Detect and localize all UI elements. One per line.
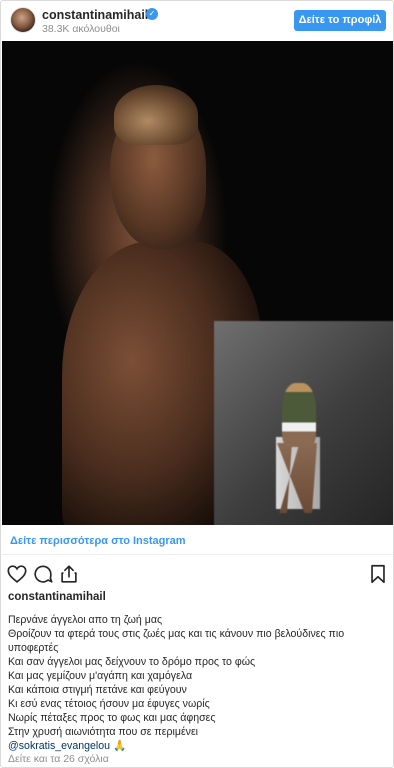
verified-badge-icon: ✓ xyxy=(146,8,158,20)
view-more-on-instagram-link[interactable]: Δείτε περισσότερα στο Instagram xyxy=(10,535,186,547)
caption-line: Νωρίς πέταξες προς το φως και μας άφησες xyxy=(8,712,216,724)
mention-link[interactable]: @sokratis_evangelou xyxy=(8,740,110,752)
caption-line: Στην χρυσή αιωνιότητα που σε περιμένει xyxy=(8,726,199,738)
username-link[interactable]: constantinamihail xyxy=(42,8,148,22)
caption-line: Θροίζουν τα φτερά τους στις ζωές μας και… xyxy=(8,628,345,640)
view-all-comments-link[interactable]: Δείτε και τα 26 σχόλια xyxy=(8,753,109,765)
photo-figure-hair xyxy=(114,85,198,145)
post-header: constantinamihail ✓ 38.3K ακόλουθοι Δείτ… xyxy=(1,1,393,41)
post-caption: Περνάνε άγγελοι απο τη ζωή μας Θροίζουν … xyxy=(8,613,388,753)
caption-line: Και σαν άγγελοι μας δείχνουν το δρόμο πρ… xyxy=(8,656,256,668)
caption-line: υποφερτές xyxy=(8,642,59,654)
followers-count: 38.3K ακόλουθοι xyxy=(42,23,120,35)
divider xyxy=(2,554,393,555)
caption-line: Περνάνε άγγελοι απο τη ζωή μας xyxy=(8,614,163,626)
post-photo[interactable] xyxy=(2,41,393,525)
heart-icon[interactable] xyxy=(6,563,28,585)
caption-line: Κι εσύ ενας τέτοιος ήσουν μα έφυγες νωρί… xyxy=(8,698,210,710)
comment-icon[interactable] xyxy=(32,563,54,585)
pray-emoji-icon: 🙏 xyxy=(113,740,127,752)
inset-figure xyxy=(282,383,316,447)
share-icon[interactable] xyxy=(58,563,80,585)
caption-mention-line: @sokratis_evangelou 🙏 xyxy=(8,739,388,753)
photo-inset xyxy=(214,321,393,525)
caption-line: Και κάποια στιγμή πετάνε και φεύγουν xyxy=(8,684,187,696)
caption-username-link[interactable]: constantinamihail xyxy=(8,591,106,603)
avatar[interactable] xyxy=(10,7,36,33)
bookmark-icon[interactable] xyxy=(367,563,389,585)
caption-line: Και μας γεμίζουν μ'αγάπη και χαμόγελα xyxy=(8,670,193,682)
instagram-embed-card: constantinamihail ✓ 38.3K ακόλουθοι Δείτ… xyxy=(0,0,394,768)
view-profile-button[interactable]: Δείτε το προφίλ xyxy=(294,10,386,31)
action-bar xyxy=(1,561,393,587)
